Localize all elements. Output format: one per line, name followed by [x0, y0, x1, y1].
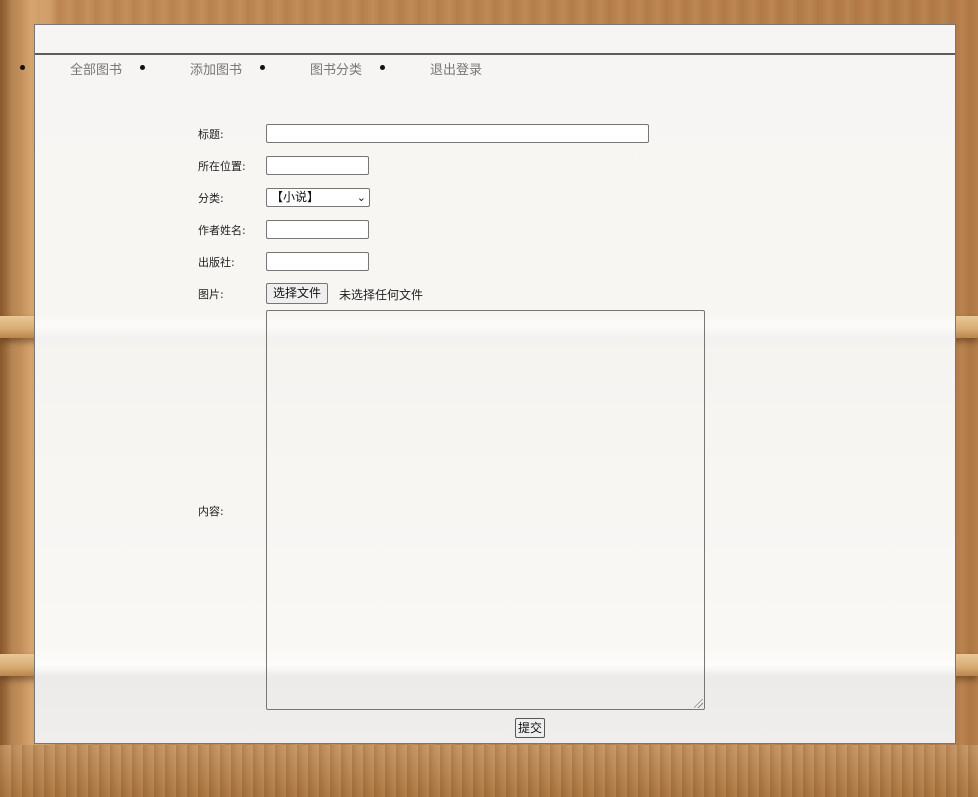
submit-button[interactable]: 提交 — [515, 718, 546, 738]
resize-grip-icon[interactable] — [694, 699, 703, 708]
nav-menu: 全部图书 添加图书 图书分类 退出登录 — [0, 56, 600, 80]
content-label: 内容: — [198, 505, 224, 518]
nav-link-logout[interactable]: 退出登录 — [430, 59, 482, 78]
bullet-icon — [20, 65, 25, 70]
nav-link-book-categories[interactable]: 图书分类 — [310, 59, 362, 78]
choose-file-button[interactable]: 选择文件 — [266, 283, 329, 304]
title-label: 标题: — [198, 128, 224, 141]
category-select[interactable]: 【小说】 ⌄ — [266, 188, 370, 207]
author-label: 作者姓名: — [198, 224, 246, 237]
publisher-input[interactable] — [266, 252, 369, 271]
bullet-icon — [260, 65, 265, 70]
author-input[interactable] — [266, 220, 369, 239]
bullet-icon — [140, 65, 145, 70]
location-input[interactable] — [266, 156, 369, 175]
nav-link-add-book[interactable]: 添加图书 — [190, 59, 242, 78]
file-status-text: 未选择任何文件 — [339, 288, 424, 302]
bullet-icon — [380, 65, 385, 70]
wooden-shelf-bottom — [0, 745, 978, 797]
image-label: 图片: — [198, 288, 224, 301]
category-selected-value: 【小说】 — [271, 190, 320, 204]
publisher-label: 出版社: — [198, 256, 235, 269]
header-bar — [35, 25, 955, 55]
location-label: 所在位置: — [198, 160, 246, 173]
category-label: 分类: — [198, 192, 224, 205]
title-input[interactable] — [266, 124, 649, 143]
nav-link-all-books[interactable]: 全部图书 — [70, 59, 122, 78]
chevron-down-icon: ⌄ — [356, 191, 366, 204]
content-textarea[interactable] — [266, 310, 705, 710]
